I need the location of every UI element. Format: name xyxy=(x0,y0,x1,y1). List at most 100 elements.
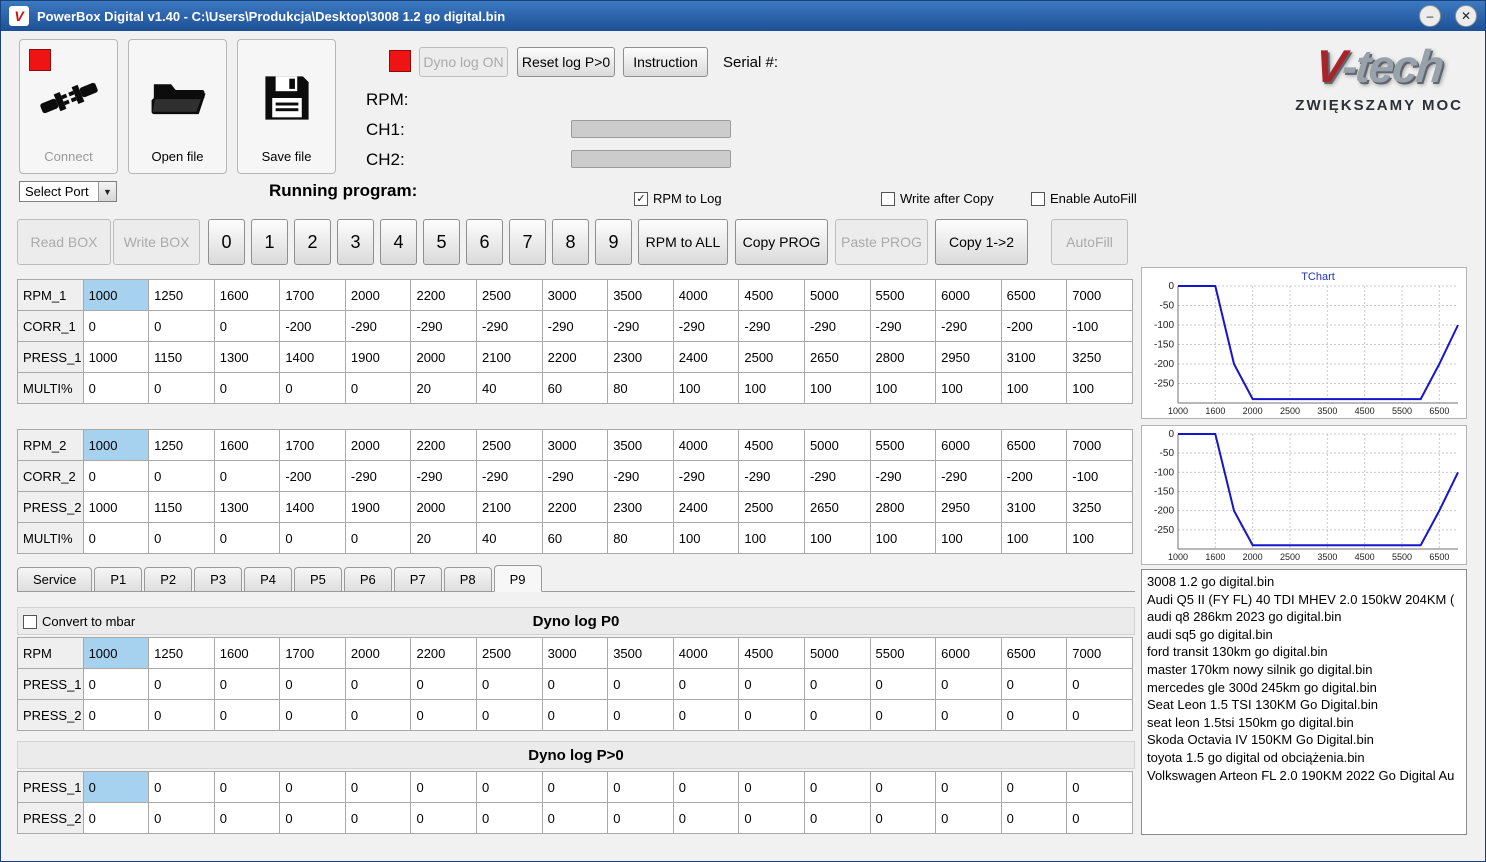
table-cell[interactable]: -290 xyxy=(607,460,674,492)
table-cell[interactable]: 2800 xyxy=(869,341,937,373)
copy-prog-button[interactable]: Copy PROG xyxy=(735,219,828,265)
table-cell[interactable]: 2650 xyxy=(803,341,871,373)
table-cell[interactable]: 0 xyxy=(213,771,281,803)
table-cell[interactable]: 1150 xyxy=(148,341,215,373)
table-cell[interactable]: 3000 xyxy=(541,279,609,311)
table-cell[interactable]: -200 xyxy=(1000,310,1068,342)
table-cell[interactable]: 1000 xyxy=(82,429,150,461)
reset-log-button[interactable]: Reset log P>0 xyxy=(517,47,615,77)
table-cell[interactable]: 5500 xyxy=(869,429,937,461)
table-cell[interactable]: 0 xyxy=(803,668,871,700)
digit-button-2[interactable]: 2 xyxy=(294,219,331,265)
tab-p5[interactable]: P5 xyxy=(293,567,342,591)
table-cell[interactable]: 4500 xyxy=(738,279,805,311)
table-cell[interactable]: 2200 xyxy=(541,341,609,373)
table-cell[interactable]: -290 xyxy=(541,460,609,492)
tab-p1[interactable]: P1 xyxy=(94,567,143,591)
table-cell[interactable]: 0 xyxy=(148,802,215,834)
connect-button[interactable]: Connect xyxy=(19,39,118,174)
table-cell[interactable]: 6500 xyxy=(1000,637,1068,669)
table-cell[interactable]: 2300 xyxy=(607,341,674,373)
table-cell[interactable]: 0 xyxy=(344,522,412,554)
table-cell[interactable]: -200 xyxy=(279,310,346,342)
table-cell[interactable]: -200 xyxy=(279,460,346,492)
table-cell[interactable]: 0 xyxy=(869,802,937,834)
table-cell[interactable]: 0 xyxy=(213,460,281,492)
table-cell[interactable]: 3500 xyxy=(607,637,674,669)
tab-service[interactable]: Service xyxy=(17,567,93,591)
table-cell[interactable]: 100 xyxy=(1066,522,1133,554)
table-cell[interactable]: 2950 xyxy=(935,491,1002,523)
table-cell[interactable]: -290 xyxy=(541,310,609,342)
table-cell[interactable]: 1600 xyxy=(213,429,281,461)
rpm-to-log-checkbox-box[interactable]: ✓ xyxy=(634,191,648,206)
table-cell[interactable]: 0 xyxy=(476,771,543,803)
table-cell[interactable]: 80 xyxy=(607,372,674,404)
table-cell[interactable]: 1900 xyxy=(344,341,412,373)
table-cell[interactable]: 0 xyxy=(738,699,805,731)
table-cell[interactable]: 0 xyxy=(82,771,150,803)
table-cell[interactable]: 0 xyxy=(344,372,412,404)
table-cell[interactable]: 60 xyxy=(541,372,609,404)
table-cell[interactable]: 0 xyxy=(541,802,609,834)
table-cell[interactable]: 2400 xyxy=(672,491,740,523)
table-cell[interactable]: 2200 xyxy=(410,429,478,461)
write-after-copy-checkbox[interactable]: Write after Copy xyxy=(881,191,994,206)
table-cell[interactable]: 0 xyxy=(148,699,215,731)
file-item[interactable]: toyota 1.5 go digital od obciążenia.bin xyxy=(1147,749,1461,767)
table-cell[interactable]: -100 xyxy=(1066,460,1133,492)
table-cell[interactable]: 40 xyxy=(476,372,543,404)
digit-button-5[interactable]: 5 xyxy=(423,219,460,265)
table-cell[interactable]: 0 xyxy=(1000,668,1068,700)
table-cell[interactable]: -290 xyxy=(738,310,805,342)
chevron-down-icon[interactable]: ▼ xyxy=(98,182,116,201)
file-item[interactable]: master 170km nowy silnik go digital.bin xyxy=(1147,661,1461,679)
table-cell[interactable]: 2000 xyxy=(344,429,412,461)
table-cell[interactable]: -290 xyxy=(935,310,1002,342)
table-cell[interactable]: 100 xyxy=(738,522,805,554)
table-cell[interactable]: 2000 xyxy=(410,341,478,373)
table-cell[interactable]: 1250 xyxy=(148,429,215,461)
close-button[interactable]: ✕ xyxy=(1455,5,1477,27)
table-cell[interactable]: -290 xyxy=(672,460,740,492)
table-cell[interactable]: 0 xyxy=(1000,699,1068,731)
table-cell[interactable]: 0 xyxy=(672,802,740,834)
table-cell[interactable]: 3100 xyxy=(1000,491,1068,523)
file-item[interactable]: seat leon 1.5tsi 150km go digital.bin xyxy=(1147,714,1461,732)
table-cell[interactable]: 0 xyxy=(148,460,215,492)
table-cell[interactable]: 0 xyxy=(1000,802,1068,834)
table-cell[interactable]: 0 xyxy=(148,522,215,554)
table-cell[interactable]: 1700 xyxy=(279,637,346,669)
file-item[interactable]: ford transit 130km go digital.bin xyxy=(1147,643,1461,661)
table-cell[interactable]: 1700 xyxy=(279,279,346,311)
table-cell[interactable]: 0 xyxy=(148,771,215,803)
table-cell[interactable]: 0 xyxy=(1066,699,1133,731)
table-cell[interactable]: 2100 xyxy=(476,491,543,523)
table-cell[interactable]: 0 xyxy=(82,310,150,342)
table-cell[interactable]: 4000 xyxy=(672,637,740,669)
table-cell[interactable]: 100 xyxy=(935,522,1002,554)
table-cell[interactable]: 7000 xyxy=(1066,279,1133,311)
table-cell[interactable]: 7000 xyxy=(1066,429,1133,461)
table-cell[interactable]: 20 xyxy=(410,372,478,404)
table-cell[interactable]: 0 xyxy=(803,802,871,834)
table-cell[interactable]: -290 xyxy=(344,460,412,492)
table-cell[interactable]: 0 xyxy=(279,522,346,554)
table-cell[interactable]: 6500 xyxy=(1000,429,1068,461)
table-cell[interactable]: 0 xyxy=(672,699,740,731)
table-cell[interactable]: 2000 xyxy=(344,279,412,311)
table-cell[interactable]: -290 xyxy=(344,310,412,342)
table-cell[interactable]: 0 xyxy=(935,771,1002,803)
table-cell[interactable]: 0 xyxy=(148,668,215,700)
table-cell[interactable]: 0 xyxy=(279,372,346,404)
table-cell[interactable]: 1000 xyxy=(82,491,150,523)
instruction-button[interactable]: Instruction xyxy=(623,47,708,77)
table-cell[interactable]: 0 xyxy=(803,699,871,731)
table-cell[interactable]: 0 xyxy=(1066,668,1133,700)
minimize-button[interactable]: – xyxy=(1419,5,1441,27)
table-cell[interactable]: 2300 xyxy=(607,491,674,523)
table-cell[interactable]: 2500 xyxy=(476,637,543,669)
table-cell[interactable]: 3100 xyxy=(1000,341,1068,373)
table-cell[interactable]: 100 xyxy=(1000,372,1068,404)
table-cell[interactable]: 5500 xyxy=(869,637,937,669)
